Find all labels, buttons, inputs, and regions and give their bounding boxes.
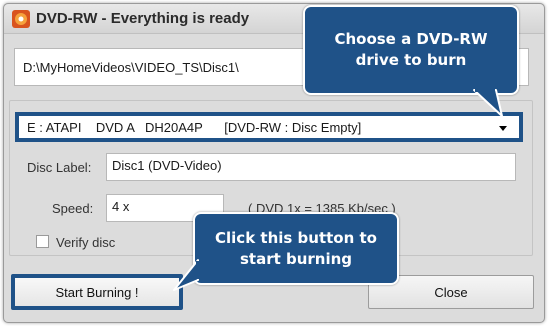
window-title: DVD-RW - Everything is ready <box>36 10 250 27</box>
callout-pointer-arrow <box>173 259 202 291</box>
chevron-down-icon[interactable] <box>499 126 507 131</box>
app-logo-icon <box>12 10 30 28</box>
speed-label: Speed: <box>52 201 94 216</box>
choose-drive-callout: Choose a DVD-RW drive to burn <box>303 5 519 95</box>
start-burning-button[interactable]: Start Burning ! <box>11 274 183 310</box>
verify-disc-label: Verify disc <box>56 235 116 250</box>
drive-select[interactable]: E : ATAPI DVD A DH20A4P [DVD-RW : Disc E… <box>15 112 523 142</box>
callout-pointer-arrow <box>473 88 503 117</box>
start-burning-callout: Click this button to start burning <box>193 212 399 285</box>
disc-label-input[interactable]: Disc1 (DVD-Video) <box>106 153 516 181</box>
verify-disc-checkbox[interactable] <box>36 235 49 248</box>
disc-label-label: Disc Label: <box>27 160 92 175</box>
